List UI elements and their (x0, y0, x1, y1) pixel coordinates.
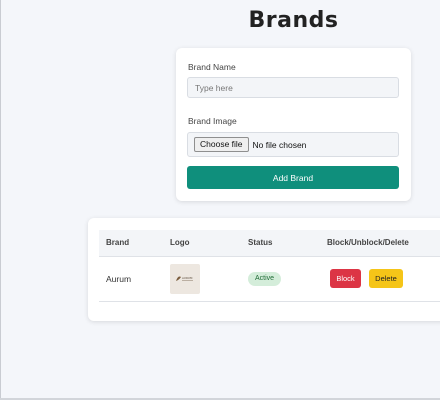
block-button[interactable]: Block (330, 269, 361, 288)
brands-page: Brands Brand Name Brand Image Choose fil… (0, 0, 440, 400)
header-status: Status (248, 238, 273, 247)
brand-image-label: Brand Image (188, 116, 237, 126)
add-brand-button[interactable]: Add Brand (187, 166, 399, 189)
status-badge: Active (248, 272, 282, 286)
aurum-logo-mark: AURUM (176, 276, 193, 281)
brand-name-cell: Aurum (106, 274, 132, 284)
header-actions: Block/Unblock/Delete (327, 238, 409, 247)
left-divider (0, 0, 1, 400)
svg-text:AURUM: AURUM (182, 276, 193, 280)
table-header: Brand Logo Status Block/Unblock/Delete (99, 230, 440, 257)
header-logo: Logo (170, 238, 190, 247)
brand-name-label: Brand Name (188, 62, 236, 72)
brand-logo-image: AURUM (170, 264, 200, 294)
brands-table: Brand Logo Status Block/Unblock/Delete A… (88, 218, 440, 321)
brand-name-input[interactable] (187, 77, 399, 98)
brand-image-file-input[interactable]: Choose file No file chosen (187, 132, 399, 157)
choose-file-button[interactable]: Choose file (194, 137, 249, 152)
file-status-text: No file chosen (252, 139, 307, 150)
delete-button[interactable]: Delete (369, 269, 403, 288)
table-row: Aurum AURUM Active Block Delete (99, 257, 440, 302)
add-brand-form: Brand Name Brand Image Choose file No fi… (176, 48, 411, 201)
page-title: Brands (248, 8, 339, 33)
header-brand: Brand (106, 238, 130, 247)
